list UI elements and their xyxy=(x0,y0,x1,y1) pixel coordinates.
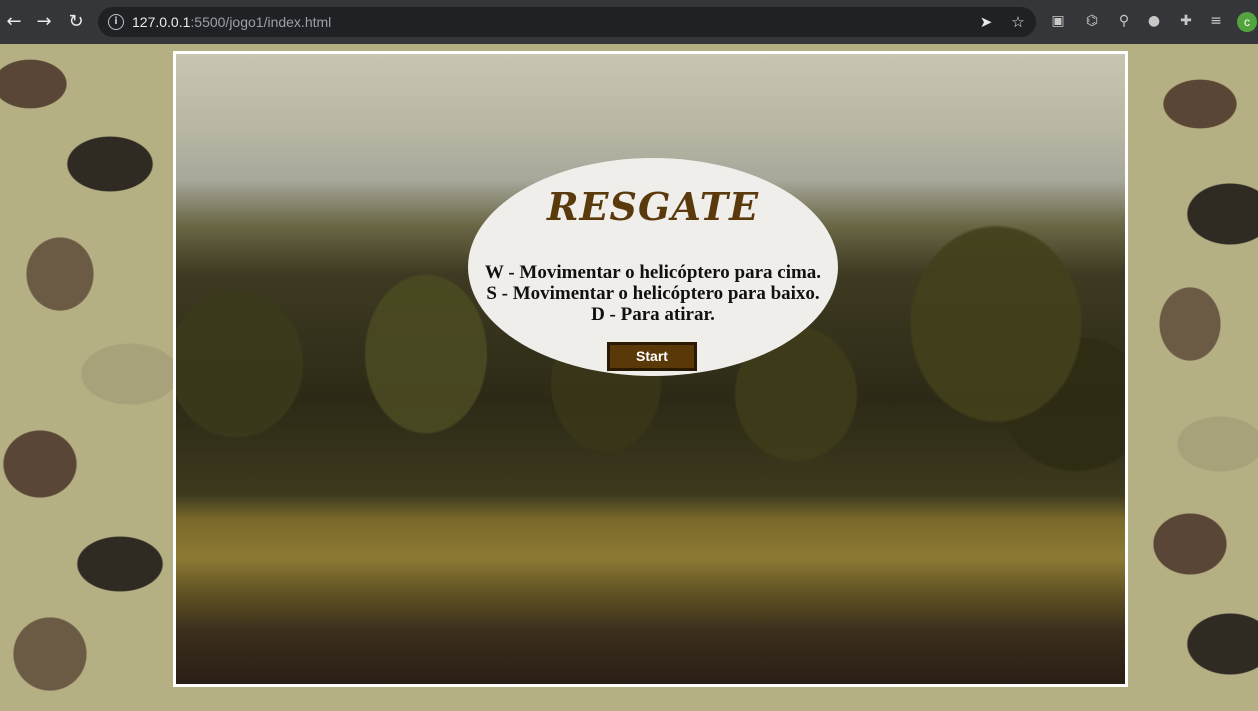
reload-icon[interactable]: ↻ xyxy=(64,10,88,34)
url-path: :5500/jogo1/index.html xyxy=(190,14,332,30)
instruction-shoot: D - Para atirar. xyxy=(591,304,715,325)
star-icon[interactable]: ☆ xyxy=(1006,10,1030,34)
instruction-down: S - Movimentar o helicóptero para baixo. xyxy=(486,283,820,304)
browser-toolbar: ← → ↻ i 127.0.0.1:5500/jogo1/index.html … xyxy=(0,0,1258,45)
forward-arrow-icon[interactable]: → xyxy=(32,10,56,34)
extension-json-icon[interactable]: ▣ xyxy=(1048,11,1068,31)
extension-cookie-icon[interactable]: ● xyxy=(1144,11,1164,31)
instructions: W - Movimentar o helicóptero para cima. … xyxy=(468,262,838,325)
game-title: RESGATE xyxy=(546,184,760,229)
puzzle-icon[interactable]: ✚ xyxy=(1176,11,1196,31)
extension-code-icon[interactable]: ⌬ xyxy=(1082,11,1102,31)
profile-avatar[interactable]: c xyxy=(1237,12,1257,32)
game-area[interactable]: RESGATE W - Movimentar o helicóptero par… xyxy=(173,51,1128,687)
start-menu: RESGATE W - Movimentar o helicóptero par… xyxy=(468,158,838,376)
instruction-up: W - Movimentar o helicóptero para cima. xyxy=(484,262,822,283)
send-icon[interactable]: ➤ xyxy=(974,10,998,34)
address-bar[interactable]: i 127.0.0.1:5500/jogo1/index.html ➤ ☆ xyxy=(98,7,1036,37)
url-text[interactable]: 127.0.0.1:5500/jogo1/index.html xyxy=(132,7,331,37)
extension-search-icon[interactable]: ⚲ xyxy=(1114,11,1134,31)
url-host: 127.0.0.1 xyxy=(132,14,191,30)
info-icon[interactable]: i xyxy=(108,14,124,30)
start-button[interactable]: Start xyxy=(607,342,697,371)
media-queue-icon[interactable]: ≡ xyxy=(1206,11,1226,31)
page-background: RESGATE W - Movimentar o helicóptero par… xyxy=(0,44,1258,711)
back-arrow-icon[interactable]: ← xyxy=(2,10,26,34)
